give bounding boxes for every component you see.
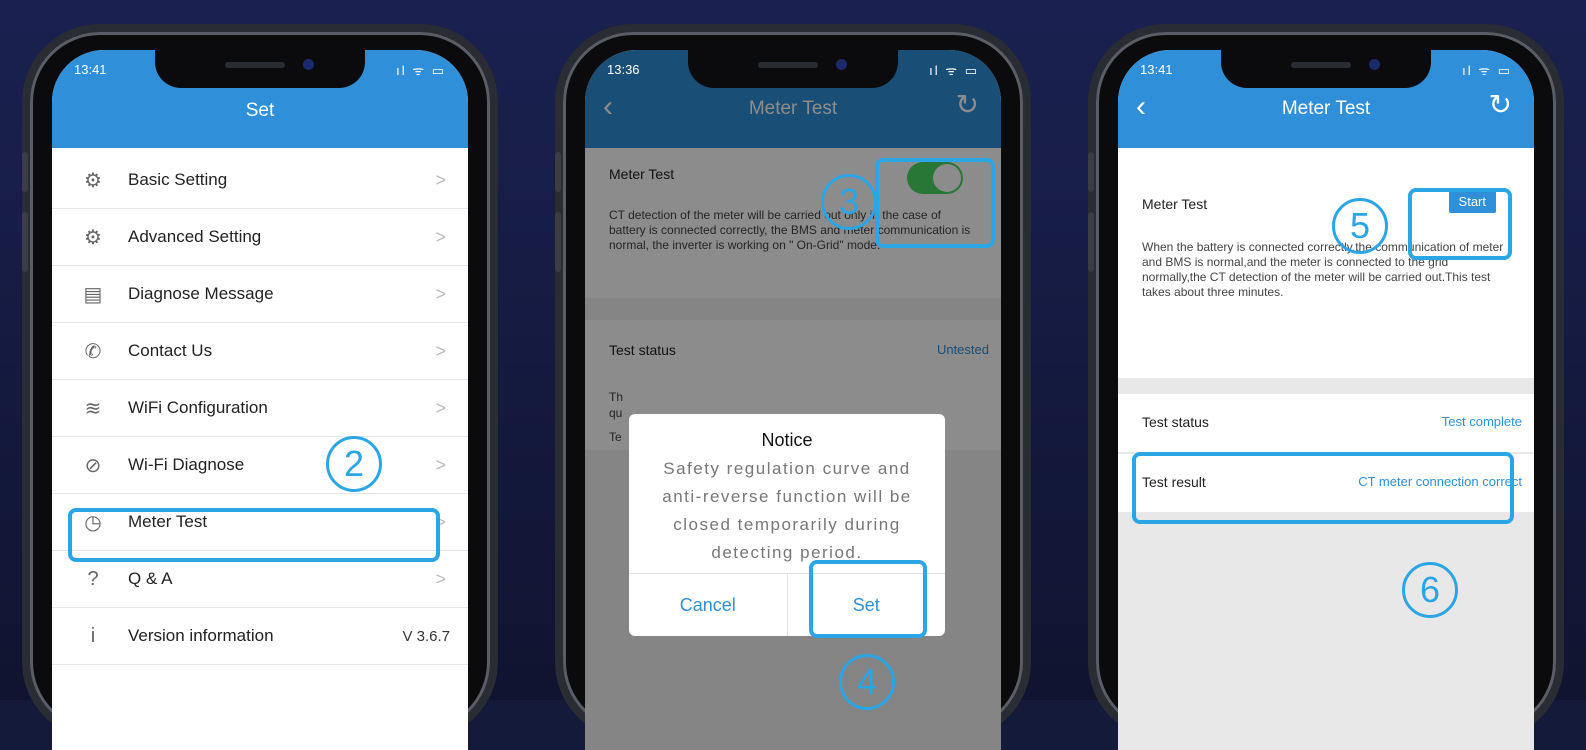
side-button — [1088, 212, 1094, 272]
chevron-right-icon: > — [435, 568, 446, 589]
meter-test-label: Meter Test — [1142, 196, 1208, 212]
page-title: Set — [245, 100, 275, 121]
step-badge: 5 — [1332, 198, 1388, 254]
settings-item[interactable]: i Version information V 3.6.7 — [52, 608, 468, 665]
highlight-start-button — [1408, 188, 1512, 260]
side-button — [22, 152, 28, 192]
phone-icon: ✆ — [84, 340, 102, 363]
gear-icon: ⚙ — [84, 169, 102, 192]
settings-item-label: WiFi Configuration — [128, 398, 268, 417]
settings-item[interactable]: ⊘ Wi-Fi Diagnose > — [52, 437, 468, 494]
settings-item[interactable]: ▤ Diagnose Message > — [52, 266, 468, 323]
version-value: V 3.6.7 — [402, 627, 450, 645]
notch — [1221, 50, 1431, 88]
settings-item[interactable]: ⚙ Advanced Setting > — [52, 209, 468, 266]
test-status-value: Test complete — [1441, 414, 1522, 429]
screen: ‹ Meter Test ↻ 13:36 ıl ᯤ ▭ Meter Test C… — [585, 50, 1001, 750]
settings-item-label: Version information — [128, 626, 274, 645]
highlight-meter-test — [68, 508, 440, 562]
step-badge: 3 — [821, 174, 877, 230]
status-time: 13:36 — [607, 62, 640, 77]
side-button — [22, 212, 28, 272]
page-title: Meter Test — [1281, 98, 1371, 119]
status-icons: ıl ᯤ ▭ — [1462, 63, 1512, 78]
step-badge: 2 — [326, 436, 382, 492]
status-time: 13:41 — [74, 62, 107, 77]
settings-item-label: Wi-Fi Diagnose — [128, 455, 245, 474]
cancel-button[interactable]: Cancel — [629, 574, 788, 636]
chevron-right-icon: > — [435, 169, 446, 190]
step-badge: 6 — [1402, 562, 1458, 618]
step-badge: 4 — [839, 654, 895, 710]
dialog-title: Notice — [761, 430, 813, 450]
info-icon: i — [90, 624, 96, 647]
settings-item[interactable]: ✆ Contact Us > — [52, 323, 468, 380]
chevron-right-icon: > — [435, 283, 446, 304]
settings-item-label: Advanced Setting — [128, 227, 262, 246]
wifi-diagnose-icon: ⊘ — [84, 454, 102, 477]
question-icon: ? — [87, 567, 99, 590]
phone-settings: Set 13:41 ıl ᯤ ▭ ⚙ Basic Setting > ⚙ Advance… — [22, 32, 490, 750]
test-status-label: Test status — [1142, 414, 1209, 430]
settings-item-label: Basic Setting — [128, 170, 228, 189]
chevron-right-icon: > — [435, 397, 446, 418]
dialog-message: Safety regulation curve and anti-reverse… — [662, 459, 912, 562]
settings-item-label: Diagnose Message — [128, 284, 274, 303]
wifi-icon: ≋ — [84, 397, 102, 420]
screen: ‹ Meter Test ↻ 13:41 ıl ᯤ ▭ Meter Test S… — [1118, 50, 1534, 750]
screen: Set 13:41 ıl ᯤ ▭ ⚙ Basic Setting > ⚙ Advance… — [52, 50, 468, 750]
status-icons: ıl ᯤ ▭ — [929, 63, 979, 78]
chevron-right-icon: > — [435, 226, 446, 247]
highlight-set-button — [809, 560, 927, 638]
settings-item-label: Q & A — [128, 569, 173, 588]
side-button — [1088, 152, 1094, 192]
status-icons: ıl ᯤ ▭ — [396, 63, 446, 78]
status-time: 13:41 — [1140, 62, 1173, 77]
advanced-gear-icon: ⚙ — [84, 226, 102, 249]
test-status-row: Test status Test complete — [1118, 394, 1534, 452]
notch — [688, 50, 898, 88]
settings-item[interactable]: ⚙ Basic Setting > — [52, 152, 468, 209]
modal-overlay — [585, 50, 1001, 750]
notch — [155, 50, 365, 88]
document-icon: ▤ — [83, 283, 103, 306]
refresh-icon[interactable]: ↻ — [1489, 90, 1512, 120]
side-button — [555, 152, 561, 192]
highlight-test-result — [1132, 452, 1514, 524]
side-button — [555, 212, 561, 272]
phone-meter-test-notice: ‹ Meter Test ↻ 13:36 ıl ᯤ ▭ Meter Test C… — [555, 32, 1023, 750]
chevron-right-icon: > — [435, 340, 446, 361]
highlight-toggle — [875, 158, 995, 248]
settings-item[interactable]: ≋ WiFi Configuration > — [52, 380, 468, 437]
settings-item-label: Contact Us — [128, 341, 213, 360]
phone-meter-test-result: ‹ Meter Test ↻ 13:41 ıl ᯤ ▭ Meter Test S… — [1088, 32, 1556, 750]
meter-test-section: Meter Test Start When the battery is con… — [1118, 148, 1534, 378]
chevron-right-icon: > — [435, 454, 446, 475]
